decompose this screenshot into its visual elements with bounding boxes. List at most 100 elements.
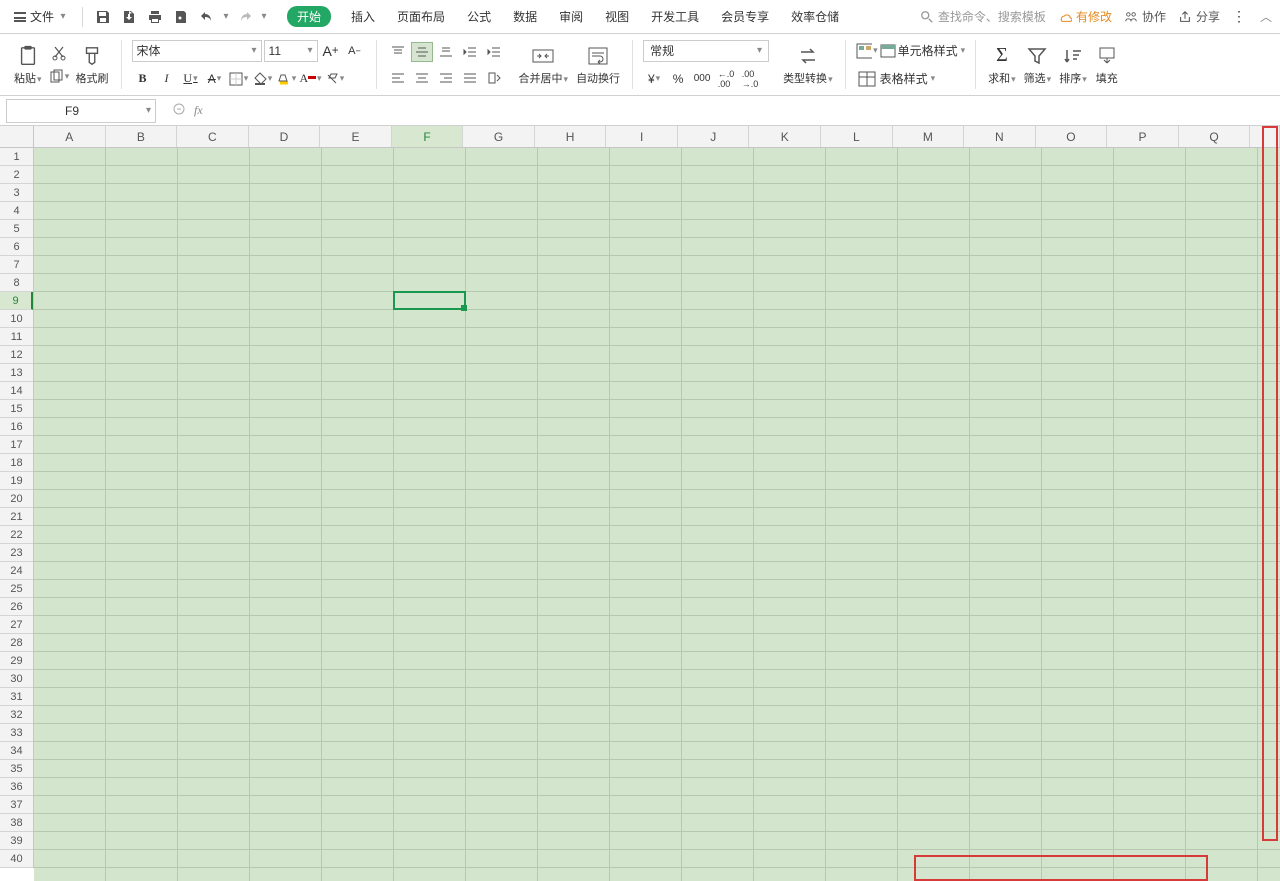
row-header-39[interactable]: 39 <box>0 832 33 850</box>
column-header-A[interactable]: A <box>34 126 106 147</box>
cell-fill-button[interactable]: ▾ <box>252 68 274 90</box>
column-header-I[interactable]: I <box>606 126 678 147</box>
highlight-button[interactable]: ▾ <box>276 68 298 90</box>
column-header-H[interactable]: H <box>535 126 607 147</box>
row-header-21[interactable]: 21 <box>0 508 33 526</box>
preview-icon[interactable] <box>169 5 193 29</box>
column-header-B[interactable]: B <box>106 126 178 147</box>
filter-button[interactable]: 筛选▾ <box>1022 42 1054 88</box>
tab-view[interactable]: 视图 <box>603 4 631 29</box>
save-icon[interactable] <box>91 5 115 29</box>
redo-dropdown[interactable]: ▾ <box>259 11 269 22</box>
row-header-19[interactable]: 19 <box>0 472 33 490</box>
table-style-button[interactable]: 表格样式▾ <box>880 70 936 87</box>
row-header-37[interactable]: 37 <box>0 796 33 814</box>
row-header-33[interactable]: 33 <box>0 724 33 742</box>
column-header-F[interactable]: F <box>392 126 464 147</box>
align-center-icon[interactable] <box>411 68 433 88</box>
row-header-12[interactable]: 12 <box>0 346 33 364</box>
row-header-18[interactable]: 18 <box>0 454 33 472</box>
row-header-32[interactable]: 32 <box>0 706 33 724</box>
italic-button[interactable]: I <box>156 68 178 90</box>
tab-dev[interactable]: 开发工具 <box>649 4 701 29</box>
export-icon[interactable] <box>117 5 141 29</box>
row-header-38[interactable]: 38 <box>0 814 33 832</box>
row-header-6[interactable]: 6 <box>0 238 33 256</box>
redo-icon[interactable] <box>233 5 257 29</box>
row-header-26[interactable]: 26 <box>0 598 33 616</box>
selected-cell[interactable] <box>393 291 466 310</box>
share-button[interactable]: 分享 <box>1178 8 1220 25</box>
column-header-E[interactable]: E <box>320 126 392 147</box>
row-header-36[interactable]: 36 <box>0 778 33 796</box>
align-right-icon[interactable] <box>435 68 457 88</box>
column-header-K[interactable]: K <box>749 126 821 147</box>
conditional-format-icon[interactable]: ▾ <box>856 40 878 62</box>
increase-indent-icon[interactable] <box>483 42 505 62</box>
align-left-icon[interactable] <box>387 68 409 88</box>
row-header-16[interactable]: 16 <box>0 418 33 436</box>
align-top-icon[interactable] <box>387 42 409 62</box>
row-header-15[interactable]: 15 <box>0 400 33 418</box>
row-header-10[interactable]: 10 <box>0 310 33 328</box>
cancel-formula-icon[interactable] <box>172 102 186 119</box>
row-header-31[interactable]: 31 <box>0 688 33 706</box>
format-painter-button[interactable]: 格式刷 <box>74 42 111 88</box>
column-header-G[interactable]: G <box>463 126 535 147</box>
comma-icon[interactable]: 000 <box>691 68 713 90</box>
column-header-N[interactable]: N <box>964 126 1036 147</box>
paste-button[interactable]: 粘贴▾ <box>12 42 44 88</box>
column-header-M[interactable]: M <box>893 126 965 147</box>
currency-icon[interactable]: ¥▾ <box>643 68 665 90</box>
column-header-L[interactable]: L <box>821 126 893 147</box>
align-justify-icon[interactable] <box>459 68 481 88</box>
underline-button[interactable]: U▾ <box>180 68 202 90</box>
merge-center-button[interactable]: 合并居中▾ <box>517 42 571 88</box>
row-header-27[interactable]: 27 <box>0 616 33 634</box>
tab-efficiency[interactable]: 效率仓储 <box>789 4 841 29</box>
row-header-13[interactable]: 13 <box>0 364 33 382</box>
fill-button[interactable]: 填充 <box>1093 42 1121 88</box>
font-color-button[interactable]: A▾ <box>300 68 322 90</box>
row-header-29[interactable]: 29 <box>0 652 33 670</box>
row-header-17[interactable]: 17 <box>0 436 33 454</box>
collaborate-button[interactable]: 协作 <box>1124 8 1166 25</box>
decrease-indent-icon[interactable] <box>459 42 481 62</box>
cell-style-button[interactable]: 单元格样式▾ <box>880 42 966 59</box>
align-middle-icon[interactable] <box>411 42 433 62</box>
undo-icon[interactable] <box>195 5 219 29</box>
orientation-icon[interactable] <box>483 68 505 88</box>
tab-formula[interactable]: 公式 <box>465 4 493 29</box>
tab-start[interactable]: 开始 <box>287 6 331 27</box>
row-header-2[interactable]: 2 <box>0 166 33 184</box>
row-header-25[interactable]: 25 <box>0 580 33 598</box>
name-box-dropdown-icon[interactable]: ▾ <box>146 105 151 116</box>
row-header-1[interactable]: 1 <box>0 148 33 166</box>
cells-area[interactable] <box>34 148 1280 881</box>
percent-icon[interactable]: % <box>667 68 689 90</box>
row-header-24[interactable]: 24 <box>0 562 33 580</box>
file-menu[interactable]: 文件 ▾ <box>8 4 74 29</box>
row-header-22[interactable]: 22 <box>0 526 33 544</box>
align-bottom-icon[interactable] <box>435 42 457 62</box>
tab-member[interactable]: 会员专享 <box>719 4 771 29</box>
column-header-D[interactable]: D <box>249 126 321 147</box>
clear-format-button[interactable]: ▾ <box>324 68 346 90</box>
tab-data[interactable]: 数据 <box>511 4 539 29</box>
column-header-C[interactable]: C <box>177 126 249 147</box>
tab-layout[interactable]: 页面布局 <box>395 4 447 29</box>
format-table-icon[interactable] <box>856 68 878 90</box>
row-header-9[interactable]: 9 <box>0 292 33 310</box>
increase-decimal-icon[interactable]: ←.0.00 <box>715 68 737 90</box>
fx-icon[interactable]: fx <box>194 103 203 118</box>
formula-input[interactable] <box>213 99 1280 123</box>
copy-icon[interactable]: ▾ <box>48 66 70 88</box>
row-header-30[interactable]: 30 <box>0 670 33 688</box>
sum-button[interactable]: Σ 求和▾ <box>986 42 1018 88</box>
row-header-35[interactable]: 35 <box>0 760 33 778</box>
wrap-text-button[interactable]: 自动换行 <box>574 42 622 88</box>
decrease-font-icon[interactable]: A− <box>344 40 366 62</box>
sort-button[interactable]: 排序▾ <box>1057 42 1089 88</box>
tab-insert[interactable]: 插入 <box>349 4 377 29</box>
border-button[interactable]: ▾ <box>228 68 250 90</box>
